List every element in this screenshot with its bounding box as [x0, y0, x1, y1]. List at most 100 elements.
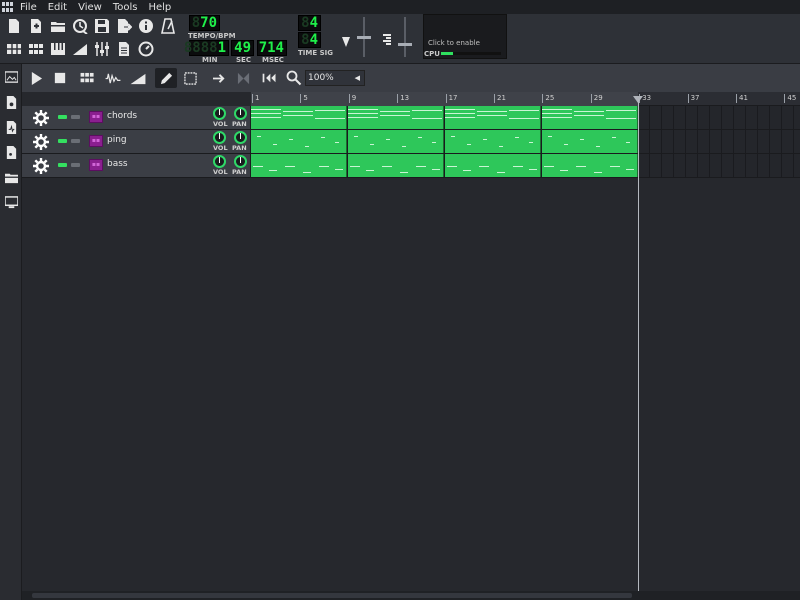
solo-toggle[interactable] [71, 115, 80, 119]
mute-toggle[interactable] [58, 139, 67, 143]
pattern-clip[interactable] [348, 106, 444, 129]
project-notes-button[interactable] [115, 40, 133, 58]
pattern-clip[interactable] [251, 154, 347, 177]
tempo-label: TEMPO/BPM [188, 32, 236, 40]
controller-rack-button[interactable] [137, 40, 155, 58]
pattern-clip[interactable] [251, 106, 347, 129]
instrument-icon[interactable]: ▪▪ [89, 135, 103, 147]
add-beat-bassline-button[interactable] [77, 68, 99, 88]
sidebar-my-home[interactable] [3, 169, 19, 185]
note-line [251, 117, 281, 118]
pattern-clip[interactable] [542, 154, 638, 177]
volume-label: VOL [213, 144, 228, 152]
pattern-clip[interactable] [348, 130, 444, 153]
track-grid[interactable] [638, 154, 800, 177]
mute-toggle[interactable] [58, 115, 67, 119]
metronome-button[interactable] [159, 17, 177, 35]
song-editor-empty-area[interactable] [22, 178, 800, 591]
recent-projects-button[interactable] [71, 17, 89, 35]
song-editor-button[interactable] [5, 40, 23, 58]
track-grid[interactable] [638, 106, 800, 129]
auto-scroll-button[interactable] [208, 68, 230, 88]
track-header: ▪▪ chords VOL PAN [22, 106, 251, 129]
sidebar-my-presets[interactable] [3, 144, 19, 160]
timesig-denominator[interactable]: 84 [298, 32, 321, 48]
pattern-clip[interactable] [542, 106, 638, 129]
gear-icon[interactable] [33, 158, 49, 174]
track-grid[interactable] [638, 130, 800, 153]
mute-toggle[interactable] [58, 163, 67, 167]
note-line [335, 142, 339, 143]
automation-editor-icon [73, 44, 87, 55]
track-name[interactable]: bass [107, 159, 128, 169]
timesig-numerator[interactable]: 84 [298, 15, 321, 31]
gear-icon[interactable] [33, 110, 49, 126]
app-menu-icon[interactable] [2, 2, 14, 12]
volume-knob[interactable] [213, 155, 226, 168]
piano-roll-button[interactable] [49, 40, 67, 58]
zoom-button[interactable] [283, 68, 305, 88]
edit-mode-button[interactable] [179, 68, 201, 88]
time-min-value: 1 [217, 40, 226, 56]
automation-editor-button[interactable] [71, 40, 89, 58]
pattern-clip[interactable] [445, 106, 541, 129]
instrument-icon[interactable]: ▪▪ [89, 159, 103, 171]
menu-edit[interactable]: Edit [48, 2, 67, 13]
sidebar-instrument-plugins[interactable] [3, 69, 19, 85]
draw-mode-button[interactable] [155, 68, 177, 88]
track-name[interactable]: chords [107, 111, 137, 121]
pattern-clip[interactable] [348, 154, 444, 177]
stop-button[interactable] [49, 68, 71, 88]
beat-bassline-editor-button[interactable] [27, 40, 45, 58]
pan-knob[interactable] [234, 107, 247, 120]
horizontal-scrollbar[interactable] [22, 591, 800, 600]
loop-points-button[interactable] [232, 68, 254, 88]
sidebar-root-directory[interactable] [3, 194, 19, 210]
track-name[interactable]: ping [107, 135, 127, 145]
volume-knob[interactable] [213, 131, 226, 144]
master-volume-slider[interactable] [357, 36, 371, 39]
pattern-clip[interactable] [251, 130, 347, 153]
timeline[interactable]: 1 5 9 13 17 21 25 29 33 37 41 45 [251, 92, 800, 106]
new-project-button[interactable] [5, 17, 23, 35]
stop-behaviour-button[interactable] [258, 68, 280, 88]
note-line [574, 111, 604, 112]
tempo-display[interactable]: 8 70 [189, 15, 220, 31]
menu-help[interactable]: Help [148, 2, 171, 13]
pattern-clip[interactable] [445, 130, 541, 153]
loop-region[interactable] [251, 92, 638, 106]
note-line [380, 115, 410, 116]
export-button[interactable] [115, 17, 133, 35]
play-button[interactable] [25, 68, 47, 88]
note-line [350, 166, 360, 167]
mixer-button[interactable] [93, 40, 111, 58]
menu-view[interactable]: View [78, 2, 102, 13]
add-automation-track-button[interactable] [127, 68, 149, 88]
track-clips [251, 154, 800, 177]
new-from-template-button[interactable] [27, 17, 45, 35]
scrollbar-thumb[interactable] [32, 593, 632, 598]
gear-icon[interactable] [33, 134, 49, 150]
time-sec-display[interactable]: 49 [231, 40, 254, 56]
solo-toggle[interactable] [71, 139, 80, 143]
pattern-clip[interactable] [445, 154, 541, 177]
menu-tools[interactable]: Tools [113, 2, 138, 13]
sidebar-my-samples[interactable] [3, 119, 19, 135]
zoom-select[interactable]: 100% ◀ [305, 70, 365, 86]
pattern-clip[interactable] [542, 130, 638, 153]
whats-this-button[interactable] [137, 17, 155, 35]
time-msec-display[interactable]: 714 [257, 40, 287, 56]
time-min-display[interactable]: 8888 1 [184, 40, 229, 56]
sidebar-my-projects[interactable] [3, 94, 19, 110]
cpu-graph[interactable]: Click to enable CPU [423, 14, 507, 59]
master-pitch-slider[interactable] [398, 43, 412, 46]
add-sample-track-button[interactable] [102, 68, 124, 88]
open-project-button[interactable] [49, 17, 67, 35]
pan-knob[interactable] [234, 155, 247, 168]
pan-knob[interactable] [234, 131, 247, 144]
save-project-button[interactable] [93, 17, 111, 35]
volume-knob[interactable] [213, 107, 226, 120]
solo-toggle[interactable] [71, 163, 80, 167]
instrument-icon[interactable]: ▪▪ [89, 111, 103, 123]
menu-file[interactable]: File [20, 2, 37, 13]
